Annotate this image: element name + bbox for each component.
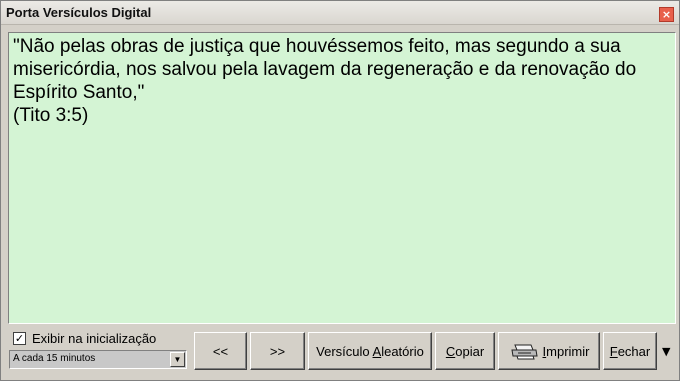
copy-label: Copiar <box>445 343 485 359</box>
random-verse-label: Versículo Aleatório <box>316 343 424 359</box>
app-window: Porta Versículos Digital × "Não pelas ob… <box>0 0 680 381</box>
print-label: Imprimir <box>542 343 590 359</box>
next-label: >> <box>269 343 286 359</box>
close-label: Fechar <box>609 343 651 359</box>
close-icon[interactable]: × <box>659 7 674 22</box>
next-button[interactable]: >> <box>250 332 305 370</box>
print-button[interactable]: Imprimir <box>498 332 600 370</box>
printer-icon <box>510 344 538 360</box>
window-title: Porta Versículos Digital <box>6 5 152 20</box>
interval-select[interactable]: A cada 15 minutos ▼ <box>9 350 187 369</box>
verse-text: "Não pelas obras de justiça que houvésse… <box>13 36 642 103</box>
verse-display: "Não pelas obras de justiça que houvésse… <box>8 32 676 324</box>
copy-button[interactable]: Copiar <box>435 332 495 370</box>
previous-label: << <box>212 343 229 359</box>
check-icon[interactable]: ✓ <box>13 332 26 345</box>
previous-button[interactable]: << <box>194 332 247 370</box>
bottom-toolbar: ✓ Exibir na inicialização A cada 15 minu… <box>1 327 680 381</box>
close-button[interactable]: Fechar <box>603 332 657 370</box>
show-on-startup-checkbox[interactable]: ✓ Exibir na inicialização <box>13 331 156 346</box>
interval-value: A cada 15 minutos <box>13 353 96 364</box>
random-verse-button[interactable]: Versículo Aleatório <box>308 332 432 370</box>
verse-reference: (Tito 3:5) <box>13 105 89 126</box>
title-bar[interactable]: Porta Versículos Digital × <box>1 1 679 25</box>
more-options-icon[interactable]: ▼ <box>662 345 670 358</box>
chevron-down-icon[interactable]: ▼ <box>170 352 185 367</box>
show-on-startup-label: Exibir na inicialização <box>32 331 157 346</box>
